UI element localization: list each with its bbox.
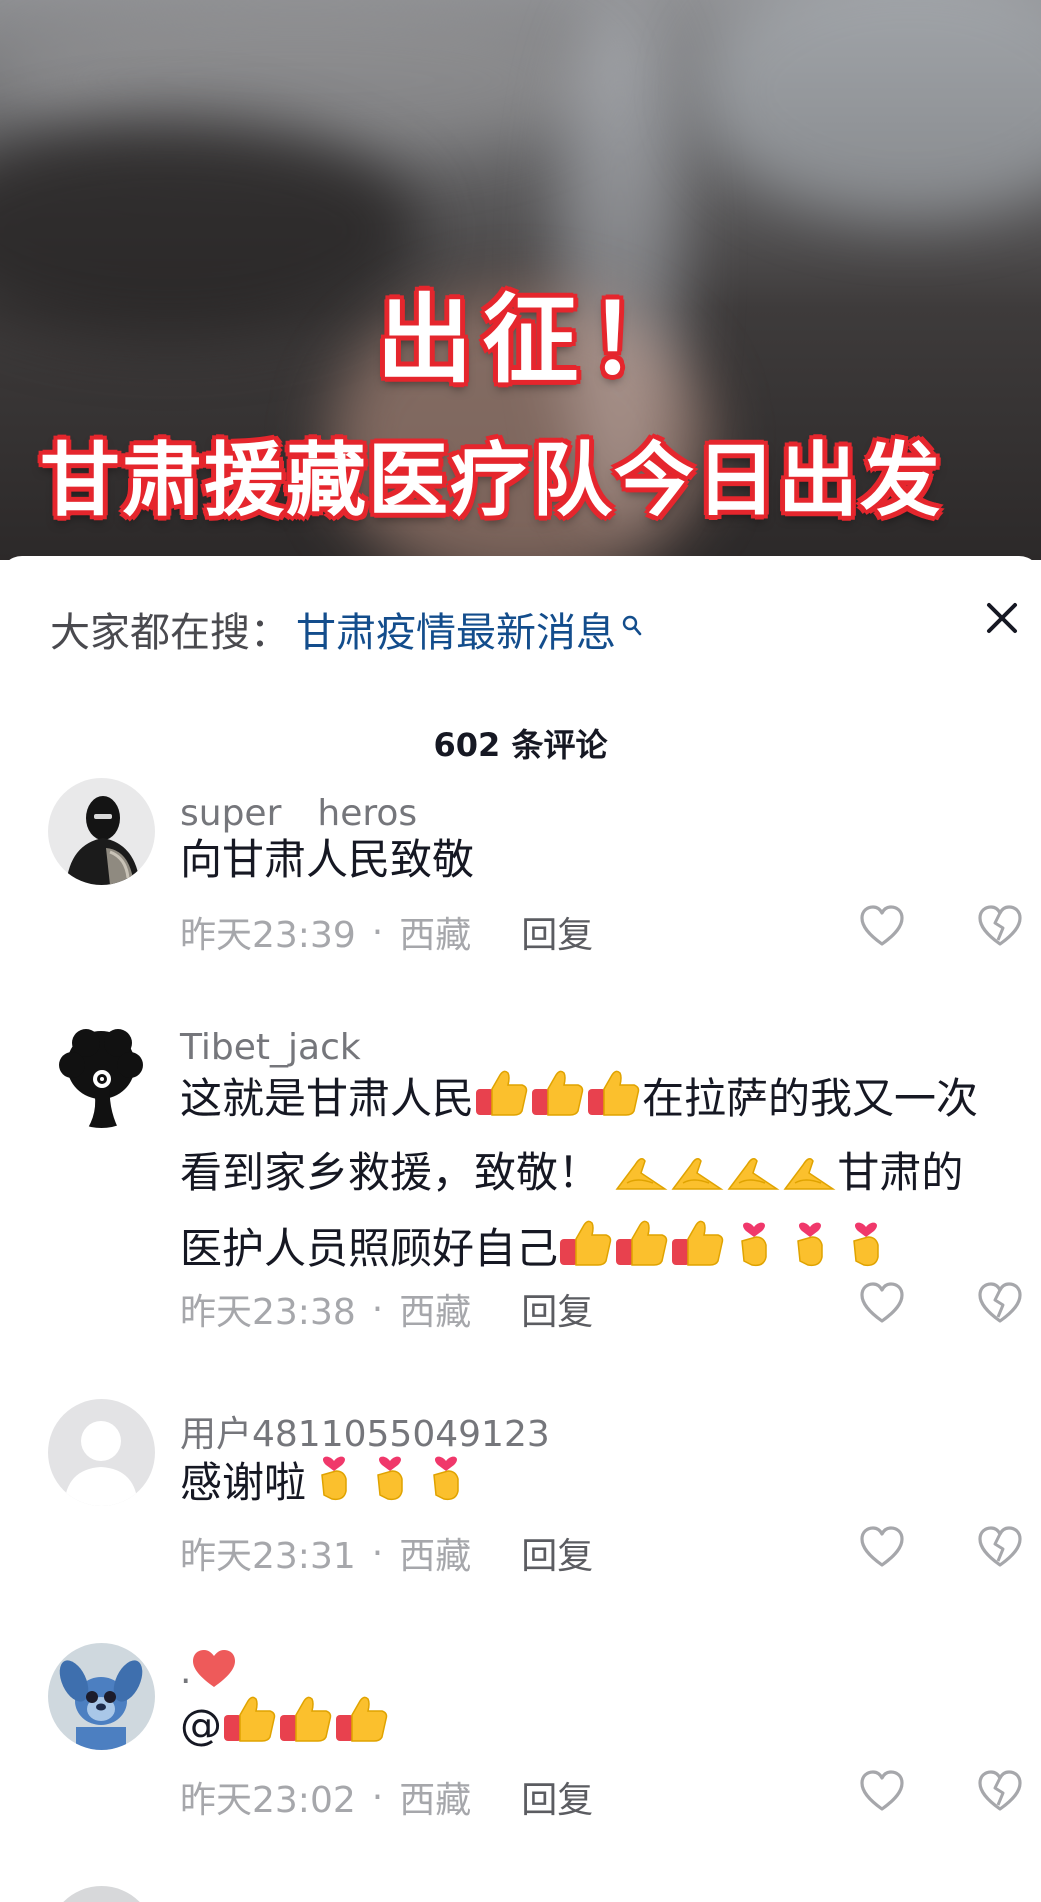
finger-heart-icon xyxy=(306,1447,362,1523)
broken-heart-icon[interactable] xyxy=(976,1281,1024,1325)
meta-separator: · xyxy=(371,1288,384,1330)
comment-username-text: . xyxy=(180,1651,192,1692)
thumbs-up-icon xyxy=(558,1219,614,1289)
comment-meta: 昨天23:39 · 西藏 回复 xyxy=(180,906,593,958)
comment-time: 昨天23:31 xyxy=(180,1536,356,1577)
meta-separator: · xyxy=(371,911,384,953)
video-caption-subtitle: 甘肃援藏医疗队今日出发 xyxy=(40,434,942,527)
thumbs-up-icon xyxy=(670,1219,726,1289)
comment-time: 昨天23:02 xyxy=(180,1780,356,1821)
heart-icon[interactable] xyxy=(858,1525,906,1569)
broken-heart-icon[interactable] xyxy=(976,1525,1024,1569)
comment-text: 这就是甘肃人民 在拉萨的我又一次 看到家乡救援，致敬！ 甘肃的 医护人员照顾好自己 xyxy=(180,1065,1040,1289)
finger-heart-icon xyxy=(838,1213,894,1289)
broken-heart-icon[interactable] xyxy=(976,1769,1024,1813)
comment-text-line: 这就是甘肃人民 在拉萨的我又一次 xyxy=(180,1065,1040,1139)
hot-search-label: 大家都在搜： xyxy=(50,610,290,656)
hot-search-term[interactable]: 甘肃疫情最新消息 xyxy=(296,600,616,658)
comment-time: 昨天23:38 xyxy=(180,1292,356,1333)
thumbs-up-icon xyxy=(334,1695,390,1765)
thumbs-up-icon xyxy=(222,1695,278,1765)
close-icon[interactable] xyxy=(980,596,1024,640)
folded-hands-icon xyxy=(725,1143,781,1213)
finger-heart-icon xyxy=(782,1213,838,1289)
thumbs-up-icon xyxy=(614,1219,670,1289)
comment-meta: 昨天23:02 · 西藏 回复 xyxy=(180,1771,593,1823)
avatar[interactable] xyxy=(48,1021,155,1128)
video-caption-title: 出征！ xyxy=(376,284,695,396)
comment-text-segment: 向甘肃人民致敬 xyxy=(180,835,475,884)
reply-button[interactable]: 回复 xyxy=(521,1283,593,1335)
folded-hands-icon xyxy=(781,1143,837,1213)
comment-text: @ xyxy=(180,1691,1040,1765)
meta-separator: · xyxy=(371,1532,384,1574)
comment-text-segment: 在拉萨的我又一次 xyxy=(642,1074,979,1123)
comment-text-line: 医护人员照顾好自己 xyxy=(180,1213,1040,1289)
comment-text-segment: 感谢啦 xyxy=(180,1458,307,1507)
comment-location: 西藏 xyxy=(399,1536,472,1577)
reply-button[interactable]: 回复 xyxy=(521,1527,593,1579)
comment-item: super heros 向甘肃人民致敬 昨天23:39 · 西藏 回复 xyxy=(0,778,1041,988)
heart-icon[interactable] xyxy=(858,904,906,948)
avatar[interactable] xyxy=(48,1643,155,1750)
finger-heart-icon xyxy=(362,1447,418,1523)
comment-text-segment: 甘肃的 xyxy=(837,1148,964,1197)
avatar[interactable] xyxy=(48,1399,155,1506)
thumbs-up-icon xyxy=(530,1069,586,1139)
comment-item-partial xyxy=(0,1886,1041,1902)
reply-button[interactable]: 回复 xyxy=(521,906,593,958)
comment-item: 用户4811055049123 感谢啦 昨天23:31 · 西藏 回复 xyxy=(0,1399,1041,1609)
comment-text: 感谢啦 xyxy=(180,1447,1040,1523)
comment-meta: 昨天23:38 · 西藏 回复 xyxy=(180,1283,593,1335)
hot-search-bar[interactable]: 大家都在搜： 甘肃疫情最新消息 xyxy=(50,603,642,656)
comment-meta: 昨天23:31 · 西藏 回复 xyxy=(180,1527,593,1579)
heart-icon[interactable] xyxy=(858,1281,906,1325)
comment-text-segment: 这就是甘肃人民 xyxy=(180,1074,475,1123)
finger-heart-icon xyxy=(726,1213,782,1289)
folded-hands-icon xyxy=(613,1143,669,1213)
search-icon[interactable] xyxy=(622,603,642,636)
comment-text-line: 看到家乡救援，致敬！ 甘肃的 xyxy=(180,1139,1040,1213)
comment-item: Tibet_jack 这就是甘肃人民 在拉萨的我又一次 看到家乡救援，致敬！ 甘肃… xyxy=(0,1021,1041,1361)
avatar[interactable] xyxy=(48,1886,155,1902)
comment-location: 西藏 xyxy=(399,1780,472,1821)
heart-icon[interactable] xyxy=(858,1769,906,1813)
reply-button[interactable]: 回复 xyxy=(521,1771,593,1823)
comment-text-segment: 看到家乡救援，致敬！ xyxy=(180,1148,601,1197)
finger-heart-icon xyxy=(418,1447,474,1523)
thumbs-up-icon xyxy=(474,1069,530,1139)
folded-hands-icon xyxy=(669,1143,725,1213)
comment-time: 昨天23:39 xyxy=(180,915,356,956)
comment-location: 西藏 xyxy=(399,915,472,956)
video-player[interactable]: 出征！ 甘肃援藏医疗队今日出发 xyxy=(0,0,1041,560)
avatar[interactable] xyxy=(48,778,155,885)
comment-sheet: 大家都在搜： 甘肃疫情最新消息 602 条评论 super heros 向甘肃人… xyxy=(0,556,1041,1902)
comment-location: 西藏 xyxy=(399,1292,472,1333)
thumbs-up-icon xyxy=(586,1069,642,1139)
comment-count: 602 条评论 xyxy=(433,726,608,764)
meta-separator: · xyxy=(371,1776,384,1818)
comment-username[interactable]: Tibet_jack xyxy=(180,1027,361,1068)
comment-text-segment: @ xyxy=(180,1700,222,1749)
thumbs-up-icon xyxy=(278,1695,334,1765)
comment-text-segment: 医护人员照顾好自己 xyxy=(180,1224,559,1273)
broken-heart-icon[interactable] xyxy=(976,904,1024,948)
comment-item: . @ 昨天23:02 · 西藏 回复 xyxy=(0,1643,1041,1853)
comment-text: 向甘肃人民致敬 xyxy=(180,826,1040,894)
